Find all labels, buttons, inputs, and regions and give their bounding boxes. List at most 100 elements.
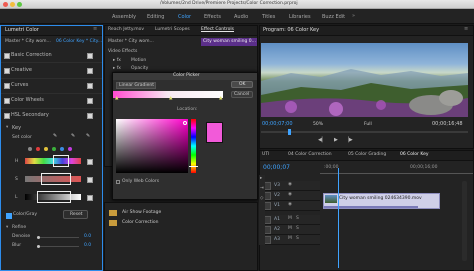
saturation-range-handle[interactable] [41,173,71,185]
tab-lumetri-scopes[interactable]: Lumetri Scopes [155,27,190,33]
fx-toggle-basic-correction[interactable] [4,53,10,59]
selection-tool-icon[interactable]: ▸ [260,176,262,182]
color-field-cursor[interactable] [183,121,187,125]
panel-menu-icon[interactable]: ≡ [93,27,97,32]
tab-uti[interactable]: UTI [262,152,269,158]
play-icon[interactable]: ▶ [334,138,338,143]
gradient-stop-right-icon[interactable]: ▲ [219,96,222,102]
luminance-enable-checkbox[interactable] [87,195,93,201]
checkbox-creative[interactable] [87,68,93,74]
preset-yellow-swatch[interactable] [44,147,48,151]
track-label-v2[interactable]: V2 [274,193,280,199]
eye-icon[interactable]: ◉ [288,182,292,188]
tab-04-color-correction[interactable]: 04 Color Correction [288,152,332,158]
panel-menu-icon[interactable]: ≡ [464,27,468,32]
gradient-stop-left-icon[interactable]: ▲ [115,96,118,102]
section-hsl-secondary[interactable]: HSL Secondary [11,113,49,118]
track-label-v3[interactable]: V3 [274,183,280,189]
workspace-effects[interactable]: Effects [204,14,221,20]
solo-icon[interactable]: S [296,226,299,232]
preset-magenta-swatch[interactable] [68,147,72,151]
preset-green-swatch[interactable] [52,147,56,151]
track-label-a1[interactable]: A1 [274,217,280,223]
eye-icon[interactable]: ◉ [288,202,292,208]
track-label-v1[interactable]: V1 [274,203,280,209]
hue-slider-marker[interactable] [189,165,198,167]
opacity-label[interactable]: Opacity [131,66,148,72]
workspace-buzz-edit[interactable]: Buzz Edit [322,14,345,20]
program-monitor-title[interactable]: Program: 06 Color Key [263,28,319,33]
ec-clip-badge[interactable]: City woman smiling 0... [201,38,257,46]
timeline-vertical-scrollbar[interactable] [462,181,467,261]
fx-motion-icon[interactable]: ▸ fx [113,58,121,64]
section-basic-correction[interactable]: Basic Correction [11,53,52,58]
only-web-colors-checkbox[interactable] [116,180,120,184]
blur-slider-track[interactable] [37,246,79,247]
hue-range-handle[interactable] [53,155,69,167]
chevron-down-icon[interactable]: ▾ [6,125,8,131]
preset-gray-swatch[interactable] [28,147,32,151]
gradient-stop-mid-icon[interactable]: ▲ [169,96,172,102]
preset-blue-swatch[interactable] [60,147,64,151]
program-video-frame[interactable] [261,43,468,117]
workspace-audio[interactable]: Audio [234,14,248,20]
section-curves[interactable]: Curves [11,83,28,88]
mute-icon[interactable]: M [288,216,292,222]
fx-toggle-color-wheels[interactable] [4,98,10,104]
mute-icon[interactable]: M [288,236,292,242]
refine-chevron-icon[interactable]: ▾ [6,225,8,231]
section-creative[interactable]: Creative [11,68,32,73]
workspace-assembly[interactable]: Assembly [112,14,136,20]
denoise-value[interactable]: 0.0 [84,234,91,240]
bin-item-color-correction[interactable]: Color Correction [122,220,158,226]
timeline-timecode[interactable]: 00;00;07 [263,165,290,171]
saturation-brightness-field[interactable] [116,119,188,173]
program-scrub-bar[interactable] [261,131,468,133]
lumetri-clip-label[interactable]: 06 Color Key * City... [56,39,102,45]
more-workspaces-icon[interactable]: » [352,14,355,19]
checkbox-curves[interactable] [87,83,93,89]
saturation-enable-checkbox[interactable] [87,177,93,183]
denoise-slider-knob[interactable] [37,236,40,239]
fx-toggle-curves[interactable] [4,83,10,89]
motion-label[interactable]: Motion [131,58,146,64]
bin-item-air-show[interactable]: Air Show Footage [122,210,161,216]
fx-opacity-icon[interactable]: ▸ fx [113,66,121,72]
step-back-icon[interactable]: ◀▏ [318,138,326,143]
tab-06-color-key[interactable]: 06 Color Key [400,152,429,158]
color-gray-checkbox[interactable] [6,213,12,219]
eye-icon[interactable]: ◉ [288,192,292,198]
eyedropper-add-icon[interactable]: ✎ [71,134,75,139]
luminance-range-handle[interactable] [37,191,71,203]
workspace-libraries[interactable]: Libraries [289,14,311,20]
blur-slider-knob[interactable] [37,245,40,248]
tab-effect-controls[interactable]: Effect Controls [201,27,234,33]
preset-red-swatch[interactable] [36,147,40,151]
checkbox-color-wheels[interactable] [87,98,93,104]
fx-toggle-hsl-secondary[interactable] [4,113,10,119]
ok-button[interactable]: OK [231,81,253,88]
blur-value[interactable]: 0.0 [84,243,91,249]
solo-icon[interactable]: S [296,236,299,242]
close-window-icon[interactable] [3,2,8,7]
tab-source[interactable]: Reach Jetty.mov [108,27,144,33]
zoom-window-icon[interactable] [17,2,22,7]
timeline-playhead[interactable] [338,168,339,268]
step-forward-icon[interactable]: ▕▶ [345,138,353,143]
solo-icon[interactable]: S [296,216,299,222]
checkbox-hsl-secondary[interactable] [87,113,93,119]
mute-icon[interactable]: M [288,226,292,232]
minimize-window-icon[interactable] [10,2,15,7]
program-playhead[interactable] [288,129,291,135]
gradient-stop-bar[interactable] [113,91,223,98]
section-color-wheels[interactable]: Color Wheels [11,98,44,103]
track-label-a2[interactable]: A2 [274,227,280,233]
tab-05-color-grading[interactable]: 05 Color Grading [348,152,386,158]
eyedropper-subtract-icon[interactable]: ✎ [86,134,90,139]
workspace-editing[interactable]: Editing [147,14,164,20]
gradient-mode-select[interactable]: Linear Gradient [116,82,156,89]
cancel-button[interactable]: Cancel [231,91,253,98]
zoom-select[interactable]: 50% [313,122,323,128]
lumetri-master-label[interactable]: Master * City wom... [5,39,51,45]
hue-slider[interactable] [191,119,196,173]
